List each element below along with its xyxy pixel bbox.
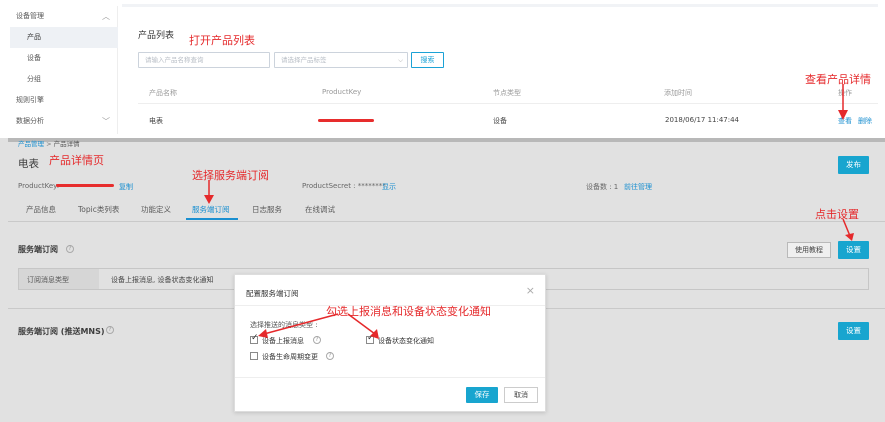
product-title: 电表 xyxy=(18,158,39,170)
type-label: 订阅消息类型 xyxy=(27,276,69,284)
page-title: 产品列表 xyxy=(138,31,175,41)
sidebar-item-group[interactable]: 分组 xyxy=(10,69,118,90)
help-icon: ? xyxy=(106,326,114,334)
save-button[interactable]: 保存 xyxy=(466,387,498,403)
column-header-productkey: ProductKey xyxy=(322,88,362,96)
chevron-up-icon: ︿ xyxy=(102,12,110,21)
cell-node-type: 设备 xyxy=(493,117,507,125)
device-count: 设备数 : 1 xyxy=(586,183,619,191)
checkbox-lifecycle[interactable] xyxy=(250,352,258,360)
tab-server-subscription[interactable]: 服务端订阅 xyxy=(192,204,230,215)
table-row: 电表 设备 2018/06/17 11:47:44 查看 删除 xyxy=(138,106,878,134)
column-header-node-type: 节点类型 xyxy=(493,89,521,97)
sidebar-item-product[interactable]: 产品 xyxy=(10,27,118,48)
header-strip xyxy=(122,4,878,7)
tab-function-def[interactable]: 功能定义 xyxy=(141,204,171,215)
chevron-down-icon: ﹀ xyxy=(102,117,110,126)
sidebar-item-label: 产品 xyxy=(27,33,41,41)
sidebar-item-rules-engine[interactable]: 规则引擎 xyxy=(10,90,118,111)
tutorial-button[interactable]: 使用教程 xyxy=(787,242,831,258)
help-icon: ? xyxy=(326,352,334,360)
subscription-setting-button[interactable]: 设置 xyxy=(838,241,869,259)
chevron-down-icon: ⌵ xyxy=(398,56,403,64)
productsecret-label: ProductSecret : ******** xyxy=(302,182,386,190)
copy-link[interactable]: 复制 xyxy=(119,182,133,192)
close-icon[interactable]: × xyxy=(526,284,535,297)
cell-product-name: 电表 xyxy=(149,117,163,125)
modal-title: 配置服务端订阅 xyxy=(246,289,299,298)
active-tab-underline xyxy=(186,218,238,220)
tabs-divider xyxy=(8,221,885,222)
product-list-panel: 设备管理 ︿ 产品 设备 分组 规则引擎 数据分析 ﹀ 产品列表 打开产品列表 … xyxy=(0,0,885,138)
help-icon: ? xyxy=(66,245,74,253)
redacted-productkey xyxy=(318,119,374,122)
tab-online-debug[interactable]: 在线调试 xyxy=(305,204,335,215)
breadcrumb: 产品管理 > 产品详情 xyxy=(18,138,80,148)
modal-footer-divider xyxy=(235,377,545,378)
tag-select-placeholder: 请选择产品标签 xyxy=(281,56,327,64)
annotation-detail-page: 产品详情页 xyxy=(49,154,104,167)
sidebar-item-label: 规则引擎 xyxy=(16,96,44,104)
mns-setting-button[interactable]: 设置 xyxy=(838,322,869,340)
sidebar-item-analytics[interactable]: 数据分析 ﹀ xyxy=(10,111,118,132)
section-title-mns: 服务端订阅 (推送MNS) xyxy=(18,327,105,336)
sidebar-item-label: 分组 xyxy=(27,75,41,83)
sidebar-section-device-management[interactable]: 设备管理 ︿ xyxy=(10,6,118,27)
table-divider xyxy=(138,103,878,104)
sidebar-item-label: 数据分析 xyxy=(16,117,44,125)
search-input[interactable]: 请输入产品名称查询 xyxy=(138,52,270,68)
column-header-name: 产品名称 xyxy=(149,89,177,97)
section-title-subscription: 服务端订阅 xyxy=(18,245,58,254)
tab-topic-list[interactable]: Topic类列表 xyxy=(78,204,119,215)
search-button[interactable]: 搜索 xyxy=(411,52,444,68)
tab-product-info[interactable]: 产品信息 xyxy=(26,204,56,215)
column-header-added: 添加时间 xyxy=(664,89,692,97)
show-secret-link[interactable]: 显示 xyxy=(382,182,396,192)
sidebar-section-label: 设备管理 xyxy=(16,12,44,20)
annotation-open-list: 打开产品列表 xyxy=(189,34,255,47)
sidebar-item-label: 设备 xyxy=(27,54,41,62)
breadcrumb-item: 产品详情 xyxy=(53,140,80,148)
sidebar: 设备管理 ︿ 产品 设备 分组 规则引擎 数据分析 ﹀ xyxy=(10,6,118,134)
top-shadow-strip xyxy=(8,138,885,142)
breadcrumb-item[interactable]: 产品管理 xyxy=(18,140,44,148)
publish-button[interactable]: 发布 xyxy=(838,156,869,174)
breadcrumb-separator: > xyxy=(46,140,52,148)
arrow-annotation-setting xyxy=(842,219,854,241)
sidebar-item-device[interactable]: 设备 xyxy=(10,48,118,69)
tab-log-service[interactable]: 日志服务 xyxy=(252,204,282,215)
cancel-button[interactable]: 取消 xyxy=(504,387,538,403)
arrow-annotation-view xyxy=(838,84,848,120)
manage-devices-link[interactable]: 前往管理 xyxy=(624,182,652,192)
productkey-label: ProductKey: xyxy=(18,182,60,190)
delete-link[interactable]: 删除 xyxy=(858,116,872,126)
type-value: 设备上报消息, 设备状态变化通知 xyxy=(111,276,214,284)
option-label: 设备生命周期变更 xyxy=(262,353,318,361)
cell-added-time: 2018/06/17 11:47:44 xyxy=(665,116,740,124)
redacted-productkey xyxy=(56,184,114,187)
arrows-annotation-check xyxy=(258,313,379,339)
tag-select[interactable]: 请选择产品标签 ⌵ xyxy=(274,52,408,68)
